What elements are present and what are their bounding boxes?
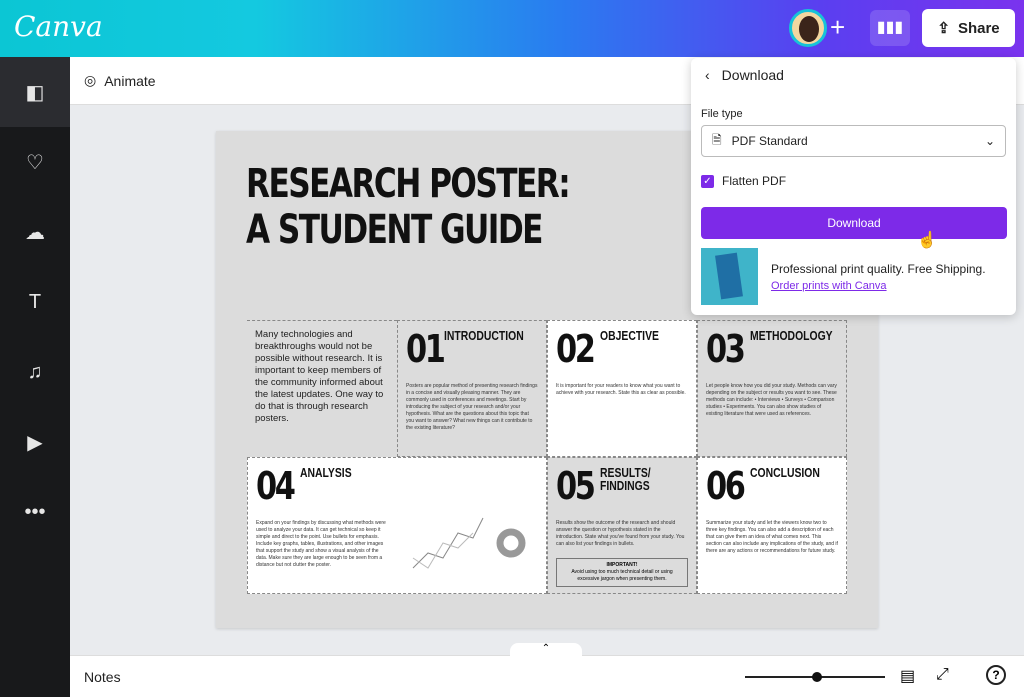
canva-logo[interactable]: Canva bbox=[14, 10, 103, 43]
insights-icon[interactable]: ▮▮▮ bbox=[870, 10, 910, 46]
file-type-label: File type bbox=[701, 108, 743, 120]
panel-title: Download bbox=[721, 67, 784, 83]
section-01[interactable]: 01 INTRODUCTION Posters are popular method… bbox=[397, 320, 547, 457]
sidebar-item-uploads[interactable]: ☁ bbox=[0, 197, 70, 267]
order-prints-link[interactable]: Order prints with Canva bbox=[771, 280, 887, 292]
important-box: IMPORTANT! Avoid using too much technical… bbox=[556, 558, 688, 587]
chevron-down-icon: ⌄ bbox=[984, 134, 995, 148]
section-04[interactable]: 04 ANALYSIS Expand on your findings by dis… bbox=[247, 457, 547, 594]
poster-title[interactable]: RESEARCH POSTER: A STUDENT GUIDE bbox=[246, 161, 571, 253]
sidebar: ◧ ♡ ☁ T ♫ ▶ ••• bbox=[0, 57, 70, 697]
sidebar-item-more[interactable]: ••• bbox=[0, 477, 70, 547]
sidebar-item-audio[interactable]: ♫ bbox=[0, 337, 70, 407]
chevron-left-icon: ‹ bbox=[705, 67, 710, 83]
sidebar-item-text[interactable]: T bbox=[0, 267, 70, 337]
animate-icon: ◎ bbox=[84, 72, 97, 88]
avatar[interactable] bbox=[789, 9, 827, 47]
sidebar-item-videos[interactable]: ▶ bbox=[0, 407, 70, 477]
top-bar: Canva + ▮▮▮ ⇪ Share bbox=[0, 0, 1024, 57]
hand-cursor-icon: ☝ bbox=[917, 232, 937, 249]
download-back-button[interactable]: ‹ Download bbox=[705, 67, 784, 83]
intro-cell[interactable]: Many technologies and breakthroughs woul… bbox=[247, 320, 397, 457]
upload-icon: ⇪ bbox=[937, 20, 950, 37]
share-button[interactable]: ⇪ Share bbox=[922, 9, 1015, 47]
file-type-value: PDF Standard bbox=[731, 134, 808, 148]
help-icon[interactable]: ? bbox=[986, 665, 1006, 685]
download-button[interactable]: Download bbox=[701, 207, 1007, 239]
print-info: Professional print quality. Free Shippin… bbox=[771, 262, 986, 276]
bottom-bar: Notes ▤ ⤢ ? bbox=[70, 655, 1024, 697]
print-thumbnail bbox=[701, 248, 758, 305]
flatten-pdf-checkbox[interactable]: ✓ Flatten PDF bbox=[701, 174, 786, 188]
add-collaborator-icon[interactable]: + bbox=[830, 12, 845, 43]
checkbox-checked-icon: ✓ bbox=[701, 174, 714, 188]
zoom-slider[interactable] bbox=[745, 672, 885, 682]
share-label: Share bbox=[957, 19, 1000, 37]
section-06[interactable]: 06 CONCLUSION Summarize your study and let… bbox=[697, 457, 847, 594]
sidebar-item-design[interactable]: ◧ bbox=[0, 57, 70, 127]
fullscreen-icon[interactable]: ⤢ bbox=[936, 666, 949, 684]
section-03[interactable]: 03 METHODOLOGY Let people know how you did… bbox=[697, 320, 847, 457]
document-icon: 🗎 bbox=[712, 132, 722, 147]
section-05[interactable]: 05 RESULTS/ FINDINGS Results show the outc… bbox=[547, 457, 697, 594]
animate-label: Animate bbox=[104, 72, 156, 89]
file-type-select[interactable]: 🗎 PDF Standard ⌄ bbox=[701, 125, 1006, 157]
analysis-charts bbox=[412, 517, 526, 569]
animate-button[interactable]: ◎ Animate bbox=[84, 72, 156, 89]
section-02[interactable]: 02 OBJECTIVE It is important for your read… bbox=[547, 320, 697, 457]
download-panel: ‹ Download File type 🗎 PDF Standard ⌄ ✓ Flat… bbox=[691, 58, 1016, 315]
intro-text: Many technologies and breakthroughs woul… bbox=[255, 329, 384, 424]
grid-view-icon[interactable]: ▤ bbox=[900, 666, 915, 686]
sidebar-item-elements[interactable]: ♡ bbox=[0, 127, 70, 197]
notes-button[interactable]: Notes bbox=[84, 669, 121, 685]
flatten-label: Flatten PDF bbox=[722, 174, 787, 188]
expand-pages-chevron-icon[interactable]: ⌃ bbox=[510, 643, 582, 657]
